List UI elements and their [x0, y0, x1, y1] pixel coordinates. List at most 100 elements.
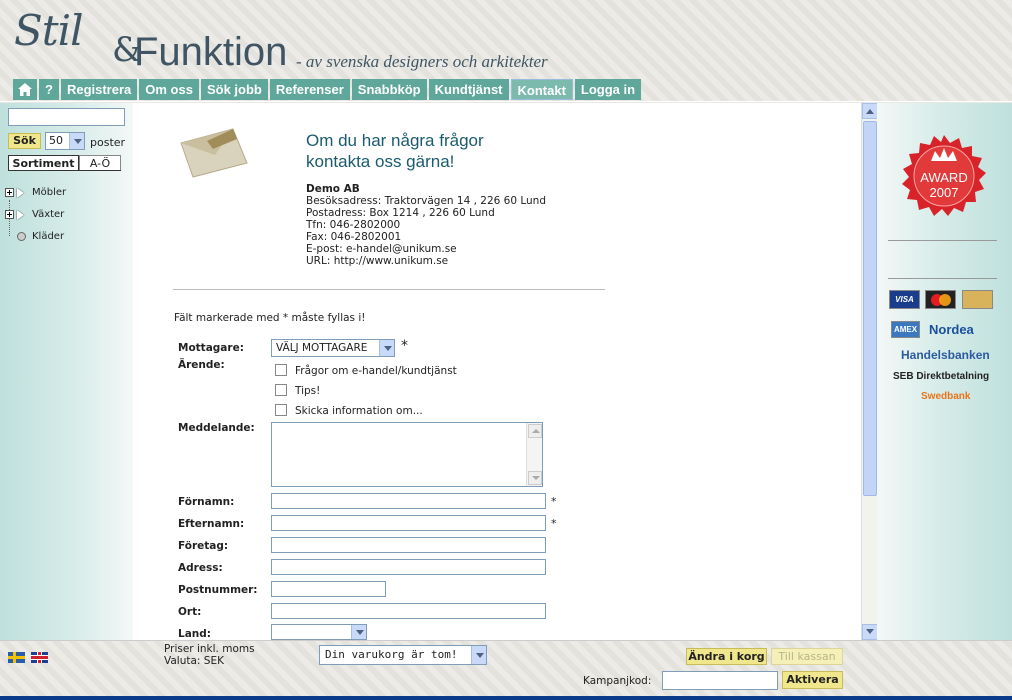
website-url: URL: http://www.unikum.se — [306, 255, 449, 267]
checkbox-tips-label[interactable]: Tips! — [295, 385, 320, 397]
play-triangle-icon — [17, 187, 24, 198]
scrollbar-thumb[interactable] — [863, 121, 877, 496]
nav-home[interactable] — [13, 79, 37, 100]
postnummer-field[interactable] — [271, 581, 386, 597]
search-input[interactable] — [8, 108, 125, 126]
efternamn-field[interactable] — [271, 515, 546, 531]
site-header: Stil & Funktion - av svenska designers o… — [0, 0, 1012, 102]
checkbox-skicka-info[interactable] — [275, 404, 287, 416]
checkbox-fragor-label[interactable]: Frågor om e-handel/kundtjänst — [295, 365, 457, 377]
amex-card-label: AMEX — [893, 325, 918, 334]
activate-button[interactable]: Aktivera — [782, 671, 843, 689]
campaign-code-label: Kampanjkod: — [583, 675, 652, 687]
campaign-code-input[interactable] — [662, 671, 778, 690]
eurocard-icon — [962, 290, 993, 309]
expand-icon[interactable] — [5, 210, 14, 219]
email-address: E-post: e-handel@unikum.se — [306, 243, 457, 255]
amex-card-icon: AMEX — [891, 321, 920, 338]
edit-cart-button[interactable]: Ändra i korg — [686, 648, 767, 665]
tree-item-label[interactable]: Växter — [32, 209, 64, 220]
tree-item-mobler[interactable]: Möbler — [5, 187, 66, 198]
nav-logga-in[interactable]: Logga in — [574, 79, 642, 100]
mottagare-select[interactable]: VÄLJ MOTTAGARE — [271, 339, 395, 357]
land-label: Land: — [178, 628, 211, 640]
cart-select-value: Din varukorg är tom! — [325, 648, 458, 661]
currency-text: Valuta: SEK — [164, 655, 224, 667]
right-sidebar: AWARD 2007 VISA AMEX Nordea Handelsbanke… — [877, 103, 1012, 640]
visit-address: Besöksadress: Traktorvägen 14 , 226 60 L… — [306, 195, 546, 207]
chevron-down-icon[interactable] — [379, 340, 394, 356]
price-info: Priser inkl. moms Valuta: SEK — [164, 643, 255, 667]
contact-headline: Om du har några frågor — [306, 131, 484, 150]
required-star: * — [551, 495, 557, 508]
logo-funktion-text: Funktion — [134, 30, 288, 74]
tree-item-label[interactable]: Möbler — [32, 187, 66, 198]
message-textarea[interactable] — [271, 422, 543, 487]
prices-vat-text: Priser inkl. moms — [164, 643, 255, 655]
fax-number: Fax: 046-2802001 — [306, 231, 402, 243]
nav-om-oss[interactable]: Om oss — [139, 79, 199, 100]
checkbox-skicka-info-label[interactable]: Skicka information om... — [295, 405, 423, 417]
fornamn-label: Förnamn: — [178, 496, 235, 508]
main-content: Om du har några frågor kontakta oss gärn… — [133, 103, 861, 640]
nav-help[interactable]: ? — [39, 79, 59, 100]
foretag-field[interactable] — [271, 537, 546, 553]
seb-logo: SEB Direktbetalning — [893, 371, 990, 382]
tree-item-klader[interactable]: Kläder — [5, 231, 64, 242]
mastercard-icon — [925, 290, 956, 309]
chevron-down-icon[interactable] — [351, 625, 366, 639]
scroll-up-icon[interactable] — [528, 424, 542, 438]
land-select[interactable] — [271, 624, 367, 640]
visa-card-label: VISA — [895, 295, 914, 304]
right-divider — [888, 278, 997, 279]
mastercard-circle-orange — [939, 294, 951, 306]
scroll-up-icon[interactable] — [862, 103, 878, 119]
section-divider — [173, 289, 605, 290]
cart-select[interactable]: Din varukorg är tom! — [319, 645, 487, 665]
scroll-down-icon[interactable] — [528, 471, 542, 485]
swedish-flag-icon[interactable] — [8, 652, 25, 663]
foretag-label: Företag: — [178, 540, 229, 552]
company-name: Demo AB — [306, 183, 360, 195]
nav-snabbkop[interactable]: Snabbköp — [351, 79, 427, 100]
nav-registrera[interactable]: Registrera — [60, 79, 138, 100]
visa-card-icon: VISA — [889, 290, 920, 309]
tab-a-o[interactable]: A-Ö — [79, 155, 121, 171]
nav-sok-jobb[interactable]: Sök jobb — [200, 79, 268, 100]
nav-referenser[interactable]: Referenser — [269, 79, 350, 100]
award-badge: AWARD 2007 — [902, 135, 986, 216]
english-flag-icon[interactable] — [31, 652, 48, 663]
fornamn-field[interactable] — [271, 493, 546, 509]
ort-field[interactable] — [271, 603, 546, 619]
postal-address: Postadress: Box 1214 , 226 60 Lund — [306, 207, 495, 219]
tab-sortiment[interactable]: Sortiment — [8, 155, 79, 171]
checkbox-tips[interactable] — [275, 384, 287, 396]
count-select[interactable]: 50 — [45, 132, 85, 150]
tree-item-label[interactable]: Kläder — [32, 231, 64, 242]
checkbox-fragor[interactable] — [275, 364, 287, 376]
meddelande-label: Meddelande: — [178, 422, 255, 434]
right-divider — [888, 240, 997, 241]
nav-kontakt[interactable]: Kontakt — [510, 79, 573, 100]
textarea-scrollbar[interactable] — [526, 423, 542, 486]
search-button[interactable]: Sök — [8, 133, 41, 149]
chevron-down-icon[interactable] — [471, 646, 486, 664]
required-star: * — [551, 517, 557, 530]
logo-stil-text: Stil — [14, 6, 84, 55]
play-triangle-icon — [17, 209, 24, 220]
required-note: Fält markerade med * måste fyllas i! — [174, 312, 366, 324]
award-year: 2007 — [930, 185, 959, 200]
chevron-down-icon[interactable] — [69, 133, 84, 149]
handelsbanken-logo: Handelsbanken — [901, 348, 990, 362]
nav-kundtjanst[interactable]: Kundtjänst — [428, 79, 509, 100]
window-bottom-border — [0, 696, 1012, 700]
efternamn-label: Efternamn: — [178, 518, 245, 530]
required-star: * — [401, 338, 408, 354]
checkout-button[interactable]: Till kassan — [771, 648, 843, 665]
adress-field[interactable] — [271, 559, 546, 575]
tree-item-vaxter[interactable]: Växter — [5, 209, 64, 220]
postnummer-label: Postnummer: — [178, 584, 258, 596]
main-scrollbar[interactable] — [861, 103, 878, 640]
scroll-down-icon[interactable] — [862, 624, 878, 640]
expand-icon[interactable] — [5, 188, 14, 197]
